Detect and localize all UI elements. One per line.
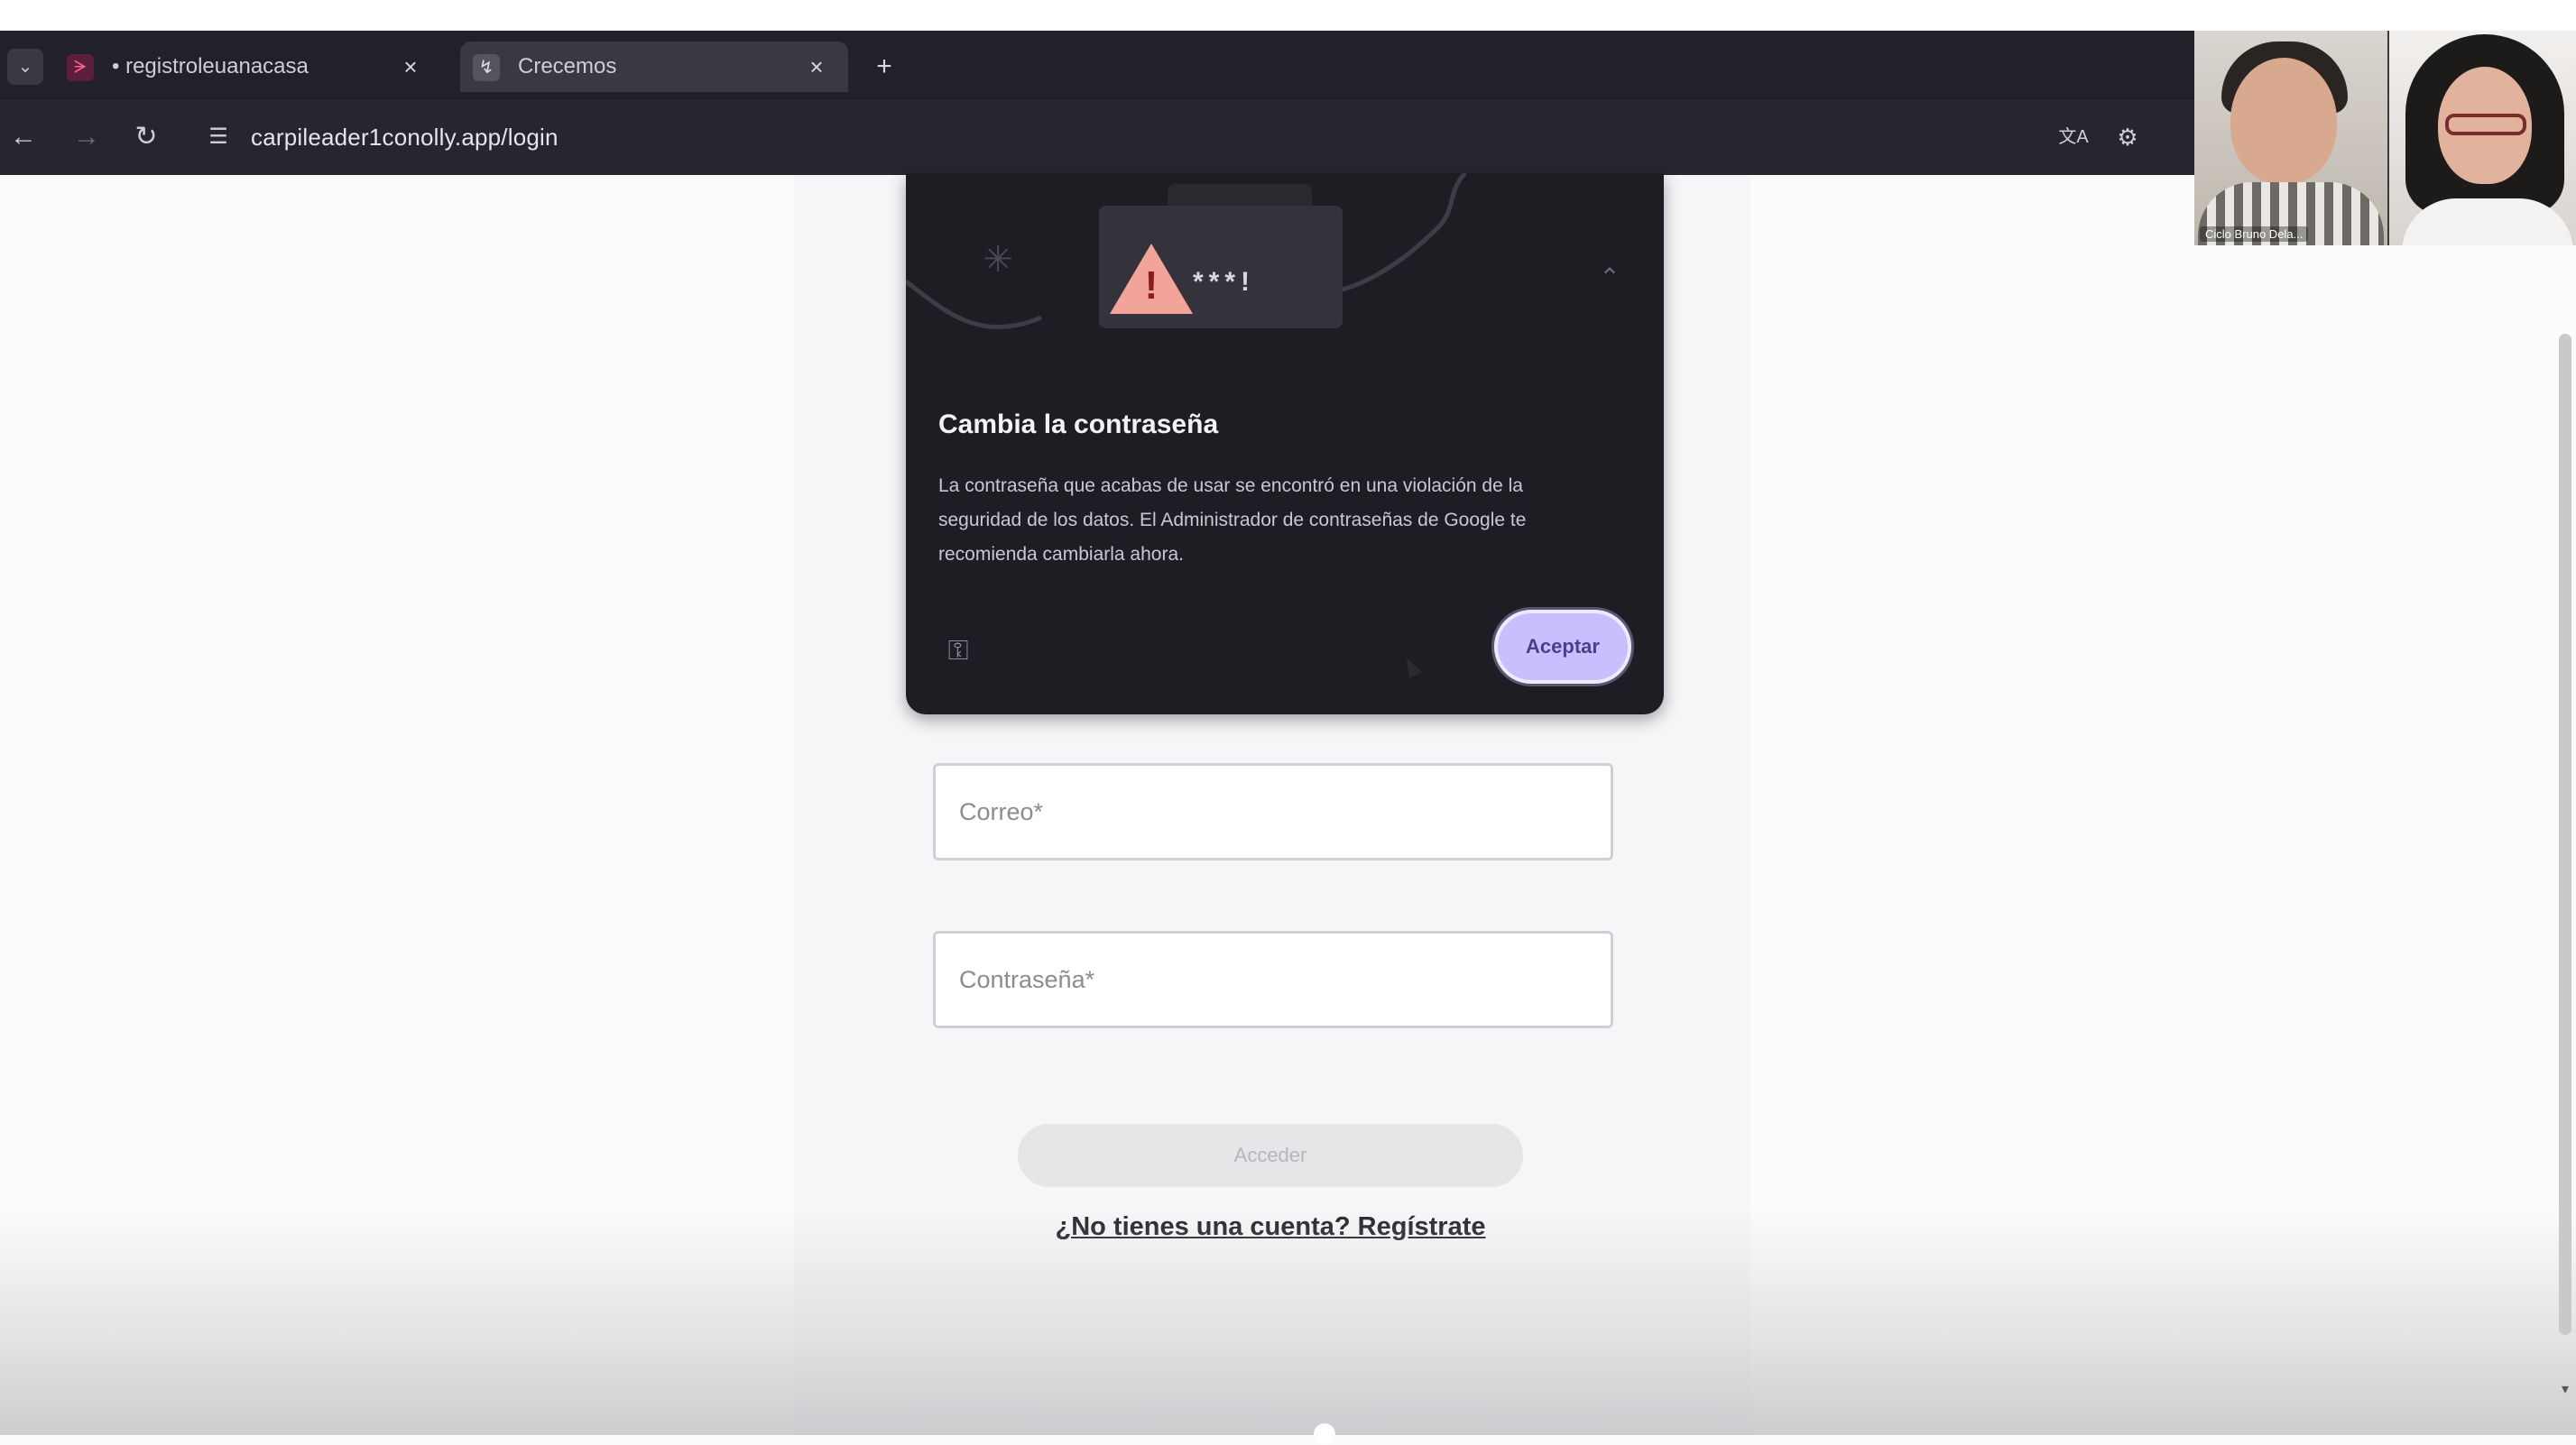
email-field[interactable] — [933, 763, 1613, 861]
page-scrollbar[interactable] — [2559, 334, 2571, 1335]
accept-button[interactable]: Aceptar — [1494, 610, 1631, 684]
translate-button[interactable]: 文A — [2054, 121, 2093, 153]
participant-glasses — [2445, 114, 2526, 135]
chevron-up-icon[interactable]: ⌃ — [1592, 260, 1628, 296]
video-call-panel: Ciclo Bruno Dela... — [2194, 31, 2576, 245]
reload-button[interactable]: ↻ — [126, 117, 166, 157]
close-icon[interactable]: × — [397, 41, 424, 92]
back-button[interactable]: ← — [4, 117, 43, 157]
participant-name-label: Ciclo Bruno Dela... — [2200, 226, 2309, 242]
new-tab-button[interactable]: + — [866, 49, 902, 85]
close-icon[interactable]: × — [803, 41, 830, 92]
alert-illustration: ! ***! ✳ ⌃ — [906, 173, 1664, 381]
tab-title: • registroleuanacasa — [112, 54, 309, 78]
arrow-left-icon: ← — [10, 122, 37, 152]
site-info-button[interactable]: ☰ — [200, 119, 236, 155]
participant-face — [2230, 58, 2337, 184]
translate-icon: 文A — [2058, 127, 2089, 147]
favicon-icon: ᗒ — [67, 54, 94, 81]
extension-icon: ⚙ — [2117, 124, 2138, 151]
browser-toolbar: ← → ↻ ☰ carpileader1conolly.app/login 文A… — [0, 99, 2202, 175]
warning-exclamation: ! — [1144, 263, 1159, 308]
tab-title: Crecemos — [518, 54, 617, 78]
extensions-button[interactable]: ⚙ — [2110, 119, 2146, 155]
plus-icon: + — [876, 51, 892, 81]
arrow-right-icon: → — [73, 122, 100, 152]
favicon-icon: ↯ — [473, 54, 500, 81]
login-button[interactable]: Acceder — [1018, 1124, 1523, 1187]
forward-button[interactable]: → — [67, 117, 106, 157]
address-url: carpileader1conolly.app/login — [251, 124, 559, 151]
password-breach-alert: ! ***! ✳ ⌃ Cambia la contraseña La contr… — [906, 173, 1664, 714]
alert-body-text: La contraseña que acabas de usar se enco… — [938, 475, 1527, 565]
alert-title: Cambia la contraseña — [938, 410, 1219, 439]
address-bar[interactable]: carpileader1conolly.app/login — [251, 99, 559, 175]
password-field[interactable] — [933, 931, 1613, 1028]
key-icon[interactable]: ⚿ — [940, 633, 976, 669]
chevron-down-icon: ⌄ — [17, 57, 33, 77]
sparkle-icon: ✳ — [983, 240, 1013, 280]
register-link[interactable]: ¿No tienes una cuenta? Regístrate — [1018, 1212, 1523, 1242]
scroll-down-icon[interactable]: ▾ — [2555, 1380, 2575, 1400]
video-progress-handle[interactable] — [1314, 1423, 1335, 1445]
browser-tab-crecemos[interactable]: ↯ Crecemos × — [460, 41, 848, 92]
tab-list-button[interactable]: ⌄ — [7, 49, 43, 85]
tab-strip: ⌄ ᗒ • registroleuanacasa × ↯ Crecemos × … — [0, 31, 2202, 99]
screen-top-strip — [0, 0, 2576, 31]
participant-video-1[interactable]: Ciclo Bruno Dela... — [2194, 31, 2387, 245]
participant-video-2[interactable] — [2389, 31, 2576, 245]
masked-password: ***! — [1193, 267, 1256, 297]
browser-tab-registro[interactable]: ᗒ • registroleuanacasa × — [54, 41, 442, 92]
reload-icon: ↻ — [134, 122, 158, 152]
browser-window-chrome: ⌄ ᗒ • registroleuanacasa × ↯ Crecemos × … — [0, 31, 2202, 175]
tune-icon: ☰ — [208, 124, 228, 149]
